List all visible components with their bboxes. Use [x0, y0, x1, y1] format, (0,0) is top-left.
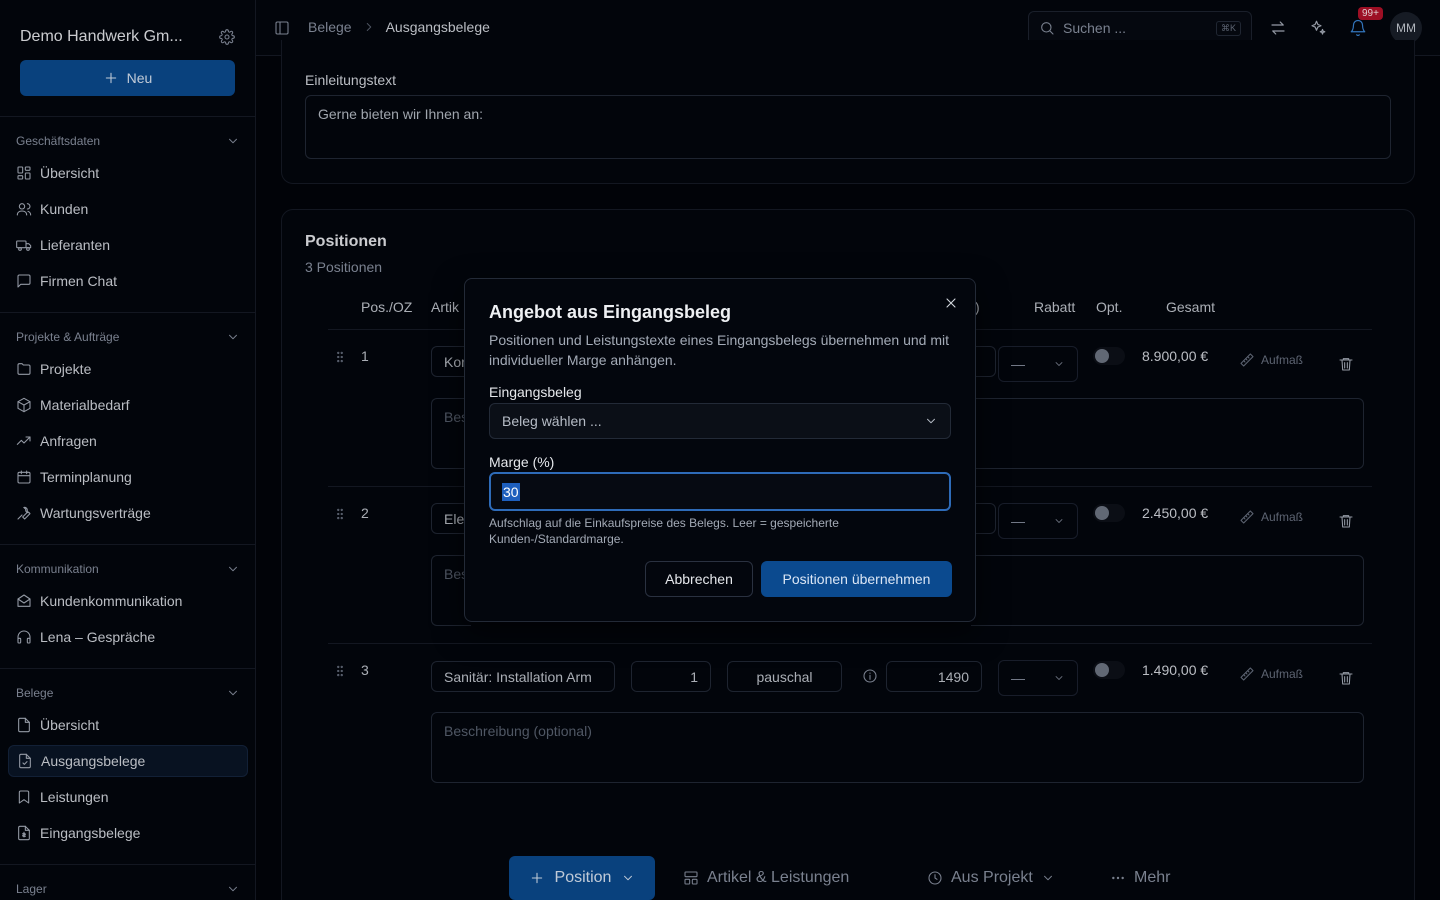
- close-icon[interactable]: [943, 295, 959, 311]
- beleg-label: Eingangsbeleg: [489, 384, 582, 400]
- chevron-down-icon: [924, 414, 938, 428]
- beleg-select[interactable]: Beleg wählen ...: [489, 403, 951, 439]
- marge-hint: Aufschlag auf die Einkaufspreise des Bel…: [489, 516, 839, 546]
- dialog-title: Angebot aus Eingangsbeleg: [489, 302, 732, 322]
- beleg-select-value: Beleg wählen ...: [502, 413, 602, 429]
- marge-label: Marge (%): [489, 454, 555, 470]
- dialog-description: Positionen und Leistungstexte eines Eing…: [489, 332, 949, 368]
- incoming-invoice-dialog: Angebot aus Eingangsbeleg Positionen und…: [464, 278, 976, 622]
- marge-input[interactable]: 30: [489, 472, 951, 511]
- cancel-button[interactable]: Abbrechen: [645, 561, 753, 597]
- marge-value: 30: [502, 482, 520, 501]
- apply-positions-button[interactable]: Positionen übernehmen: [761, 561, 952, 597]
